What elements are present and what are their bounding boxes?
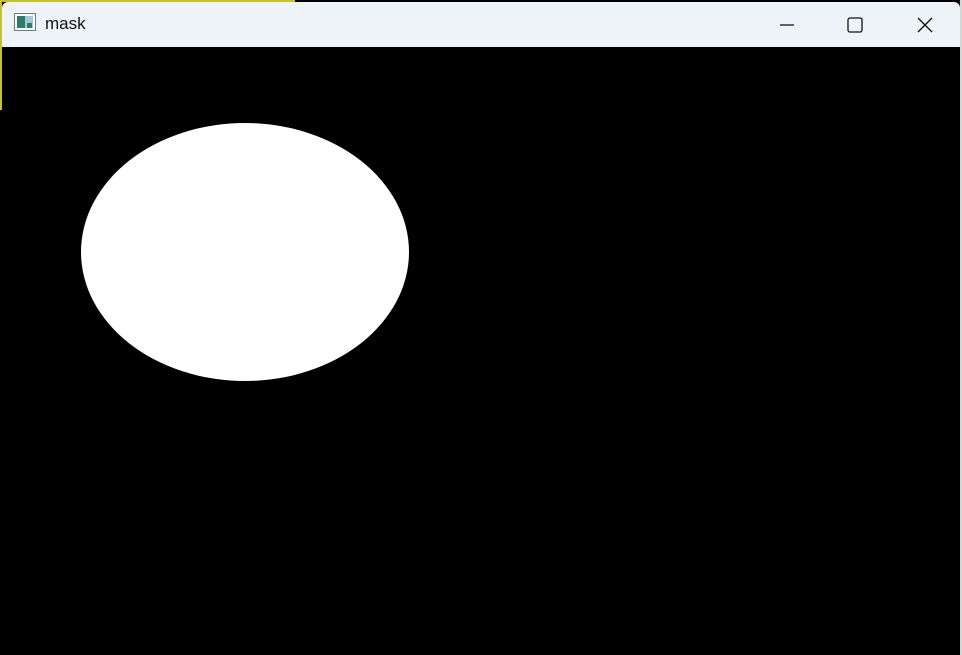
minimize-icon xyxy=(780,24,794,26)
close-button[interactable] xyxy=(890,2,960,47)
mask-image xyxy=(2,47,960,655)
title-bar[interactable]: mask xyxy=(2,2,960,47)
maximize-icon xyxy=(847,17,863,33)
close-icon xyxy=(917,17,933,33)
mask-ellipse xyxy=(81,123,409,381)
app-window: mask xyxy=(0,0,962,655)
window-title: mask xyxy=(45,14,86,33)
image-window-icon xyxy=(14,13,36,31)
minimize-button[interactable] xyxy=(752,2,822,47)
image-canvas xyxy=(2,47,960,655)
maximize-button[interactable] xyxy=(820,2,890,47)
